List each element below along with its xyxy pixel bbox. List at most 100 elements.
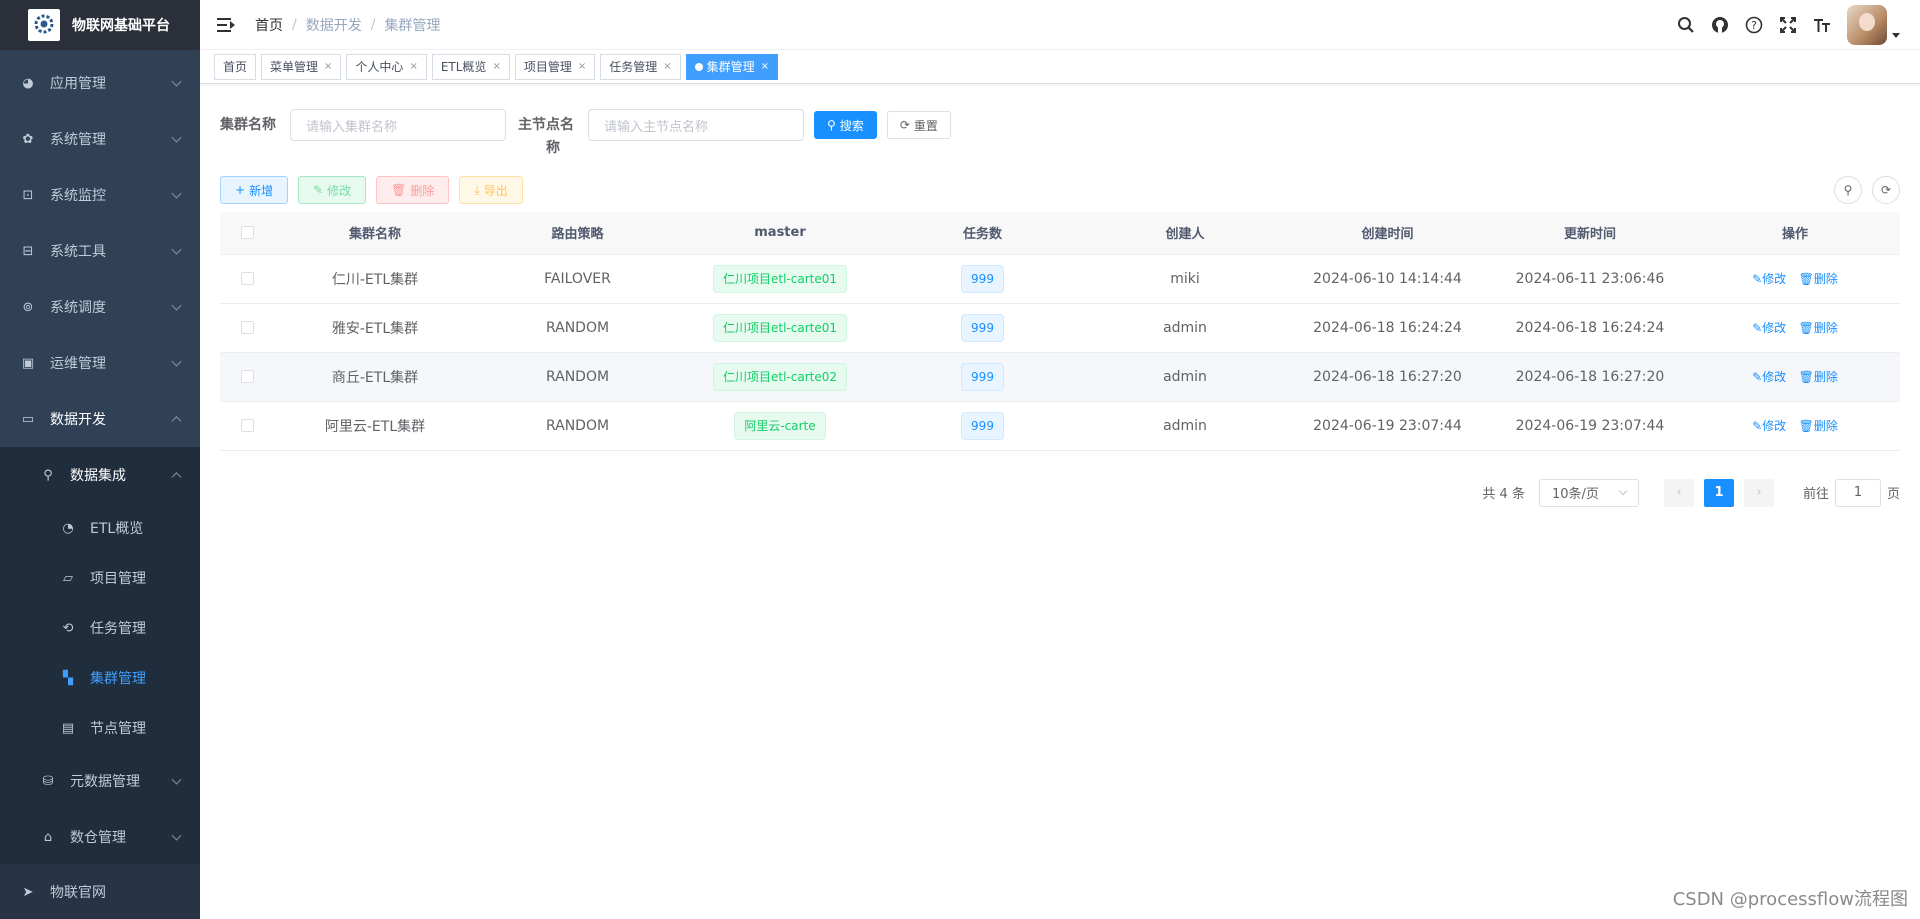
sidebar-item-metadata[interactable]: ⛁ 元数据管理 <box>0 753 200 809</box>
logo[interactable]: 物联网基础平台 <box>0 0 200 50</box>
delete-button[interactable]: 🗑 删除 <box>376 176 450 204</box>
row-checkbox[interactable] <box>241 419 254 432</box>
sidebar-item-task[interactable]: ⟲ 任务管理 <box>0 603 200 653</box>
github-icon[interactable] <box>1703 0 1737 50</box>
close-icon[interactable]: × <box>663 55 671 79</box>
search-button[interactable]: ⚲ 搜索 <box>814 111 877 139</box>
col-name: 集群名称 <box>275 212 475 255</box>
breadcrumb-item-home[interactable]: 首页 <box>255 15 283 35</box>
row-delete-label: 删除 <box>1813 321 1838 335</box>
sidebar-item-dev[interactable]: ▭ 数据开发 <box>0 391 200 447</box>
fullscreen-icon[interactable] <box>1771 0 1805 50</box>
toggle-search-button[interactable]: ⚲ <box>1834 176 1862 204</box>
caret-down-icon[interactable] <box>1892 32 1900 38</box>
sidebar-item-label: 项目管理 <box>90 571 146 587</box>
close-icon[interactable]: × <box>409 55 417 79</box>
sidebar-item-integration[interactable]: ⚲ 数据集成 <box>0 447 200 503</box>
pagination: 共 4 条 10条/页 ‹ 1 › 前往 1 页 <box>220 478 1900 507</box>
svg-text:?: ? <box>1751 19 1757 32</box>
avatar[interactable] <box>1847 5 1887 45</box>
table-header-row: 集群名称 路由策略 master 任务数 创建人 创建时间 更新时间 操作 <box>220 212 1900 255</box>
master-label-line2: 称 <box>546 140 560 156</box>
row-select-cell <box>220 401 275 451</box>
tag-task[interactable]: 任务管理 × <box>600 53 681 80</box>
row-delete-label: 删除 <box>1813 370 1838 384</box>
sidebar-item-node[interactable]: ▤ 节点管理 <box>0 703 200 753</box>
close-icon[interactable]: × <box>492 55 500 79</box>
export-button[interactable]: ⤓ 导出 <box>459 176 523 204</box>
goto-page-input[interactable]: 1 <box>1834 478 1881 507</box>
row-delete-link[interactable]: 🗑删除 <box>1799 419 1838 433</box>
sidebar-item-schedule[interactable]: ⊚ 系统调度 <box>0 279 200 335</box>
row-checkbox[interactable] <box>241 272 254 285</box>
sidebar-item-warehouse[interactable]: ⌂ 数仓管理 <box>0 809 200 865</box>
row-delete-link[interactable]: 🗑删除 <box>1799 272 1838 286</box>
row-edit-link[interactable]: ✎修改 <box>1752 272 1786 286</box>
row-delete-link[interactable]: 🗑删除 <box>1799 370 1838 384</box>
table-row[interactable]: 仁川-ETL集群 FAILOVER 仁川项目etl-carte01 999 mi… <box>220 254 1900 304</box>
sidebar-item-label: ETL概览 <box>90 521 144 537</box>
sidebar-submenu: ⚲ 数据集成 ◔ ETL概览 ▱ 项目管理 ⟲ 任务管理 ▚ 集群管理 ▤ 节点… <box>0 447 200 865</box>
edit-button[interactable]: ✎ 修改 <box>298 176 367 204</box>
reset-button[interactable]: ⟳ 重置 <box>886 111 951 139</box>
cell-created: 2024-06-19 23:07:44 <box>1285 401 1490 451</box>
cluster-name-input[interactable]: 请输入集群名称 <box>290 109 506 141</box>
cell-created: 2024-06-10 14:14:44 <box>1285 254 1490 304</box>
col-tasks: 任务数 <box>880 212 1085 255</box>
chevron-down-icon <box>171 356 182 367</box>
row-edit-link[interactable]: ✎修改 <box>1752 321 1786 335</box>
close-icon[interactable]: × <box>324 55 332 79</box>
help-icon[interactable]: ? <box>1737 0 1771 50</box>
ops-icon: ▣ <box>21 355 35 371</box>
cell-created: 2024-06-18 16:24:24 <box>1285 303 1490 353</box>
edit-button-label: 修改 <box>327 183 352 198</box>
sidebar-item-ops[interactable]: ▣ 运维管理 <box>0 335 200 391</box>
tag-label: 菜单管理 <box>270 59 319 74</box>
cell-actions: ✎修改 🗑删除 <box>1690 303 1900 353</box>
search-button-label: 搜索 <box>839 118 864 133</box>
row-checkbox[interactable] <box>241 370 254 383</box>
page-number-button[interactable]: 1 <box>1703 478 1734 507</box>
cell-tasks: 999 <box>880 254 1085 304</box>
tag-etl[interactable]: ETL概览 × <box>431 53 510 80</box>
tag-cluster[interactable]: 集群管理 × <box>685 53 779 80</box>
tag-project[interactable]: 项目管理 × <box>514 53 596 80</box>
search-icon[interactable] <box>1669 0 1703 50</box>
master-tag: 仁川项目etl-carte02 <box>713 362 847 391</box>
font-size-icon[interactable] <box>1805 0 1839 50</box>
row-edit-link[interactable]: ✎修改 <box>1752 419 1786 433</box>
sidebar-item-website[interactable]: ➤ 物联官网 <box>0 864 200 919</box>
add-button[interactable]: + 新增 <box>220 176 289 204</box>
prev-page-button[interactable]: ‹ <box>1663 478 1694 507</box>
table-row[interactable]: 商丘-ETL集群 RANDOM 仁川项目etl-carte02 999 admi… <box>220 352 1900 402</box>
tag-home[interactable]: 首页 <box>214 53 257 80</box>
cluster-table: 集群名称 路由策略 master 任务数 创建人 创建时间 更新时间 操作 仁川… <box>220 212 1900 451</box>
sidebar-item-system[interactable]: ✿ 系统管理 <box>0 111 200 167</box>
sidebar-item-etl-overview[interactable]: ◔ ETL概览 <box>0 503 200 553</box>
sidebar-item-cluster[interactable]: ▚ 集群管理 <box>0 653 200 703</box>
row-delete-link[interactable]: 🗑删除 <box>1799 321 1838 335</box>
select-all-checkbox[interactable] <box>241 226 254 240</box>
page-size-select[interactable]: 10条/页 <box>1538 478 1639 507</box>
row-edit-link[interactable]: ✎修改 <box>1752 370 1786 384</box>
sidebar-item-tools[interactable]: ⊟ 系统工具 <box>0 223 200 279</box>
hamburger-icon[interactable] <box>217 17 235 33</box>
close-icon[interactable]: × <box>578 55 586 79</box>
sidebar-item-monitor[interactable]: ⊡ 系统监控 <box>0 167 200 223</box>
master-name-input[interactable]: 请输入主节点名称 <box>588 109 804 141</box>
row-select-cell <box>220 254 275 304</box>
close-icon[interactable]: × <box>761 55 769 79</box>
cell-actions: ✎修改 🗑删除 <box>1690 401 1900 451</box>
row-select-cell <box>220 352 275 402</box>
table-row[interactable]: 雅安-ETL集群 RANDOM 仁川项目etl-carte01 999 admi… <box>220 303 1900 353</box>
tag-menu[interactable]: 菜单管理 × <box>261 53 342 80</box>
sidebar-item-app[interactable]: ◕ 应用管理 <box>0 55 200 111</box>
sidebar-item-project[interactable]: ▱ 项目管理 <box>0 553 200 603</box>
next-page-button[interactable]: › <box>1743 478 1774 507</box>
trash-icon: 🗑 <box>1798 370 1814 384</box>
tag-profile[interactable]: 个人中心 × <box>346 53 427 80</box>
table-row[interactable]: 阿里云-ETL集群 RANDOM 阿里云-carte 999 admin 202… <box>220 401 1900 451</box>
refresh-button[interactable]: ⟳ <box>1872 176 1900 204</box>
row-checkbox[interactable] <box>241 321 254 334</box>
goto-label: 前往 <box>1802 487 1829 502</box>
